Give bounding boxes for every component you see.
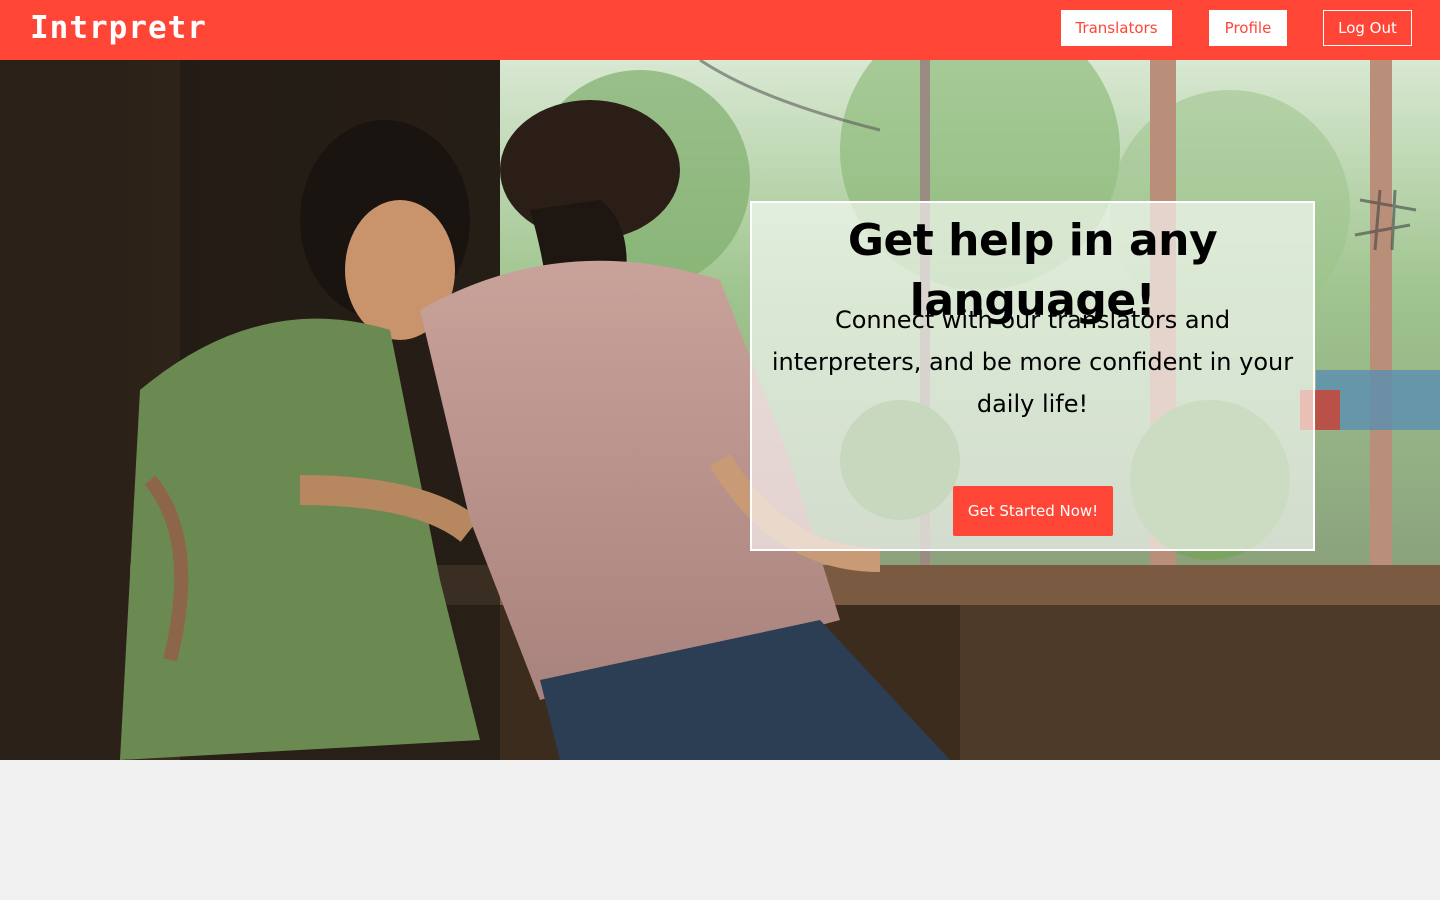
profile-button[interactable]: Profile — [1209, 10, 1287, 46]
top-navbar: Intrpretr Translators Profile Log Out — [0, 0, 1440, 60]
logo[interactable]: Intrpretr — [30, 8, 207, 48]
translators-button[interactable]: Translators — [1061, 10, 1172, 46]
hero-card: Get help in any language! Connect with o… — [750, 201, 1315, 551]
get-started-button[interactable]: Get Started Now! — [953, 486, 1113, 536]
logout-button[interactable]: Log Out — [1323, 10, 1412, 46]
hero-section: Get help in any language! Connect with o… — [0, 60, 1440, 760]
hero-subtitle: Connect with our translators and interpr… — [771, 306, 1294, 418]
